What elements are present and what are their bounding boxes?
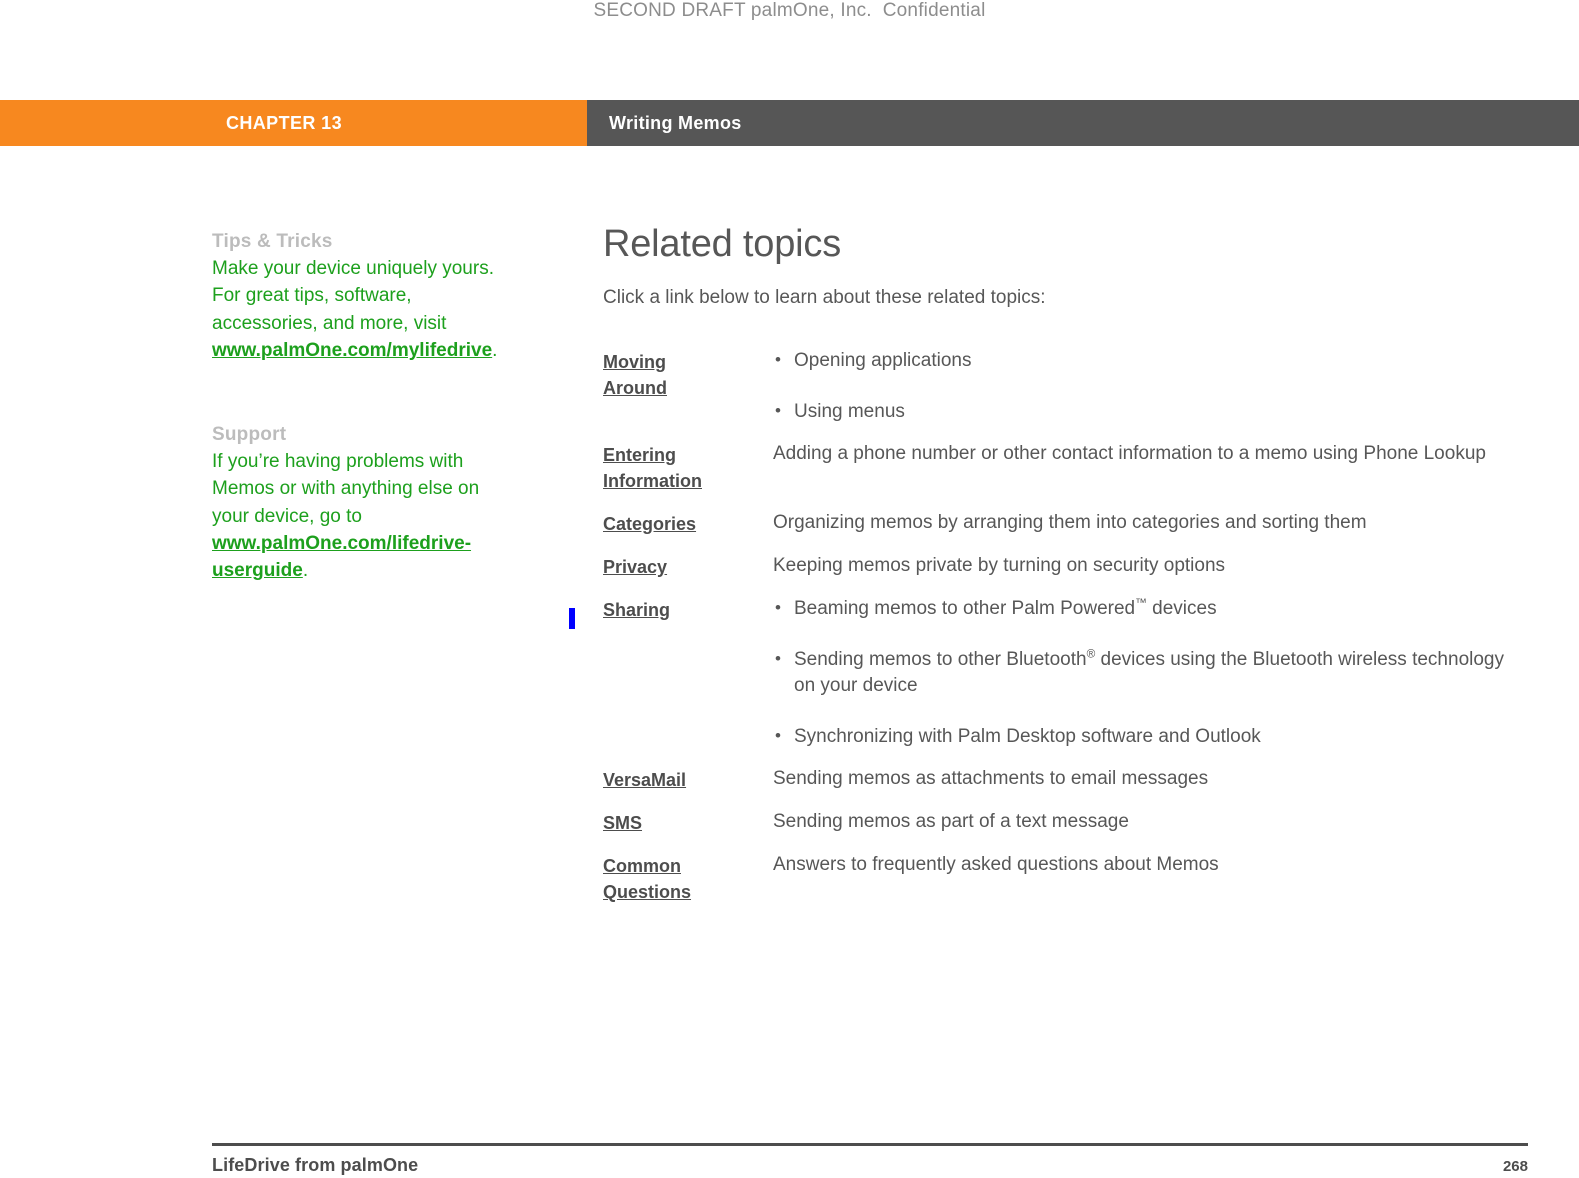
topic-description: Answers to frequently asked questions ab… <box>773 854 1219 875</box>
sidebar-text-before-link: If you’re having problems with Memos or … <box>212 451 480 527</box>
topic-bullet-item: Beaming memos to other Palm Powered™ dev… <box>773 595 1528 623</box>
topic-description: Keeping memos private by turning on secu… <box>773 555 1226 576</box>
footer-product-name: LifeDrive from palmOne <box>212 1155 419 1175</box>
page-title: Related topics <box>603 223 842 265</box>
topic-bullet-item: Opening applications <box>773 347 1528 375</box>
intro-paragraph: Click a link below to learn about these … <box>603 287 1046 308</box>
sidebar-body-support: If you’re having problems with Memos or … <box>212 448 504 584</box>
topic-link-label-line: Information <box>603 471 702 491</box>
topic-description: Opening applications Using menus <box>773 347 1528 426</box>
topic-link-label-line: Around <box>603 378 667 398</box>
topic-link-label-line: SMS <box>603 813 643 833</box>
topic-link-label-line: Questions <box>603 882 692 902</box>
topic-link-categories[interactable]: Categories <box>603 510 773 537</box>
topic-row: Entering Information Adding a phone numbe… <box>603 441 1528 494</box>
topic-row: Privacy Keeping memos private by turning … <box>603 553 1528 580</box>
topic-link-moving-around[interactable]: Moving Around <box>603 348 773 401</box>
sidebar: Tips & Tricks Make your device uniquely … <box>212 228 504 585</box>
topic-description: Organizing memos by arranging them into … <box>773 512 1367 533</box>
related-topics-table: Moving AroundOpening applicationsUsing m… <box>603 347 1528 921</box>
topic-bullet-item: Sending memos to other Bluetooth® device… <box>773 646 1528 700</box>
sidebar-text-before-link: Make your device uniquely yours. For gre… <box>212 258 494 334</box>
topic-link-versamail[interactable]: VersaMail <box>603 766 773 793</box>
footer-page-number: 268 <box>1502 1158 1528 1175</box>
sidebar-block-support: Support If you’re having problems with M… <box>212 421 504 584</box>
topic-link-sms[interactable]: SMS <box>603 809 773 836</box>
topic-row: Moving AroundOpening applicationsUsing m… <box>603 347 1528 426</box>
sidebar-heading-tips-and-tricks: Tips & Tricks <box>212 231 333 252</box>
main-content-header: Related topics Click a link below to lea… <box>603 222 1523 311</box>
topic-link-sharing[interactable]: Sharing <box>603 596 773 623</box>
chapter-title-label: Writing Memos <box>609 112 742 133</box>
topic-link-label-line: Privacy <box>603 557 668 577</box>
topic-description: Beaming memos to other Palm Powered™ dev… <box>773 595 1528 751</box>
topic-row: Categories Organizing memos by arranging … <box>603 510 1528 537</box>
topic-description: Sending memos as attachments to email me… <box>773 768 1209 789</box>
change-bar-marker <box>569 608 575 629</box>
topic-link-label-line: VersaMail <box>603 770 687 790</box>
chapter-number-block: CHAPTER 13 <box>0 100 587 146</box>
topic-bullet-item: Using menus <box>773 398 1528 426</box>
topic-link-common-questions[interactable]: Common Questions <box>603 852 773 905</box>
topic-bullet-list: Opening applications Using menus <box>773 347 1528 426</box>
topic-description: Sending memos as part of a text message <box>773 811 1129 832</box>
chapter-title-block: Writing Memos <box>587 100 1579 146</box>
chapter-banner: CHAPTER 13 Writing Memos <box>0 100 1579 146</box>
topic-link-label-line: Moving <box>603 352 666 372</box>
topic-link-label-line: Entering <box>603 445 677 465</box>
topic-row: Common Questions Answers to frequently as… <box>603 852 1528 905</box>
sidebar-text-after-link: . <box>302 560 309 582</box>
topic-link-entering-information[interactable]: Entering Information <box>603 441 773 494</box>
topic-row: SMS Sending memos as part of a text messa… <box>603 809 1528 836</box>
sidebar-link-mylifedrive[interactable]: www.palmOne.com/mylifedrive <box>212 340 492 361</box>
sidebar-body-tips-and-tricks: Make your device uniquely yours. For gre… <box>212 255 504 364</box>
chapter-number-label: CHAPTER 13 <box>225 112 342 133</box>
footer-divider <box>212 1143 1528 1146</box>
topic-link-privacy[interactable]: Privacy <box>603 553 773 580</box>
topic-bullet-item: Synchronizing with Palm Desktop software… <box>773 723 1528 751</box>
topic-row: VersaMail Sending memos as attachments to… <box>603 766 1528 793</box>
sidebar-link-lifedrive-userguide[interactable]: www.palmOne.com/lifedrive-userguide <box>212 533 471 581</box>
page-footer: LifeDrive from palmOne 268 <box>212 1155 1528 1176</box>
topic-link-label-line: Common <box>603 856 681 876</box>
sidebar-heading-support: Support <box>212 424 287 446</box>
topic-bullet-list: Beaming memos to other Palm Powered™ dev… <box>773 595 1528 751</box>
sidebar-block-tips-and-tricks: Tips & Tricks Make your device uniquely … <box>212 228 504 364</box>
topic-description: Adding a phone number or other contact i… <box>773 443 1486 464</box>
topic-row: Sharing Beaming memos to other Palm Power… <box>603 595 1528 751</box>
draft-watermark-header: SECOND DRAFT palmOne, Inc. Confidential <box>593 0 986 21</box>
topic-link-label-line: Sharing <box>603 600 671 620</box>
sidebar-text-after-link: . <box>492 339 498 361</box>
topic-link-label-line: Categories <box>603 514 697 534</box>
